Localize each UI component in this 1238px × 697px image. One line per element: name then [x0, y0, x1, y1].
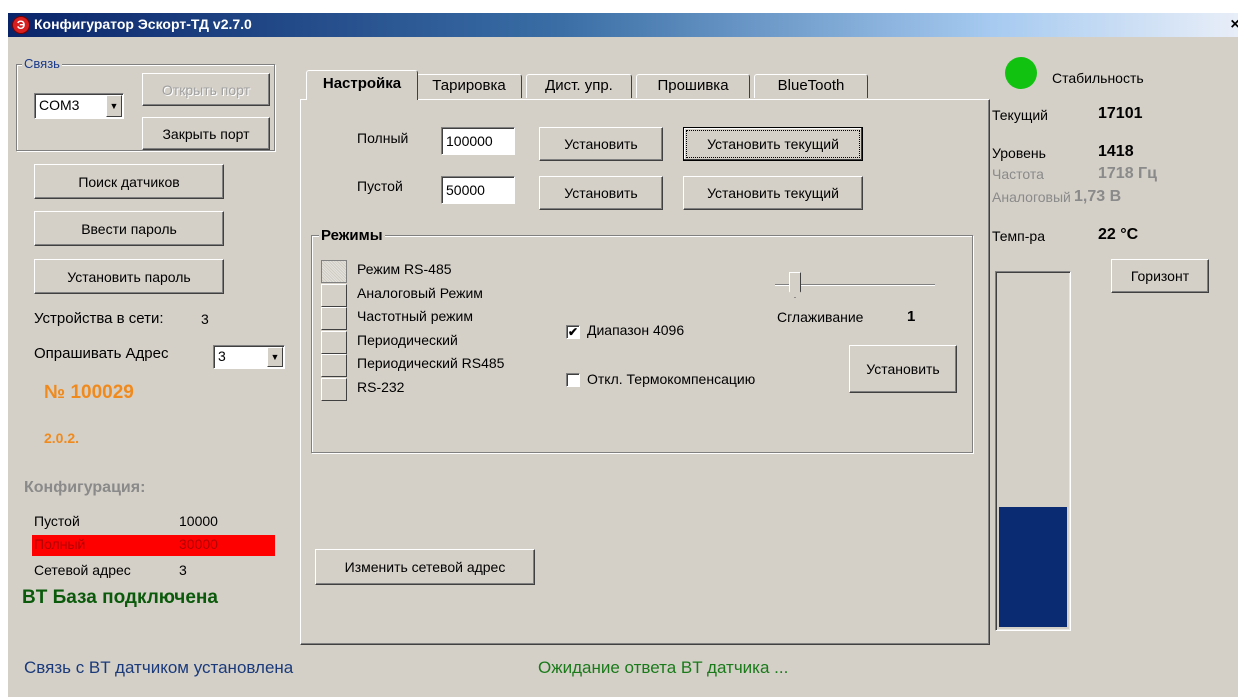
- empty-value-input[interactable]: 50000: [441, 176, 515, 204]
- settings-panel: Полный 100000 Установить Установить теку…: [300, 99, 990, 645]
- change-network-address-button[interactable]: Изменить сетевой адрес: [315, 549, 535, 585]
- frequency-label: Частота: [992, 166, 1044, 182]
- horizon-button[interactable]: Горизонт: [1111, 259, 1209, 293]
- stability-label: Стабильность: [1052, 70, 1144, 86]
- tab-calibration[interactable]: Тарировка: [416, 74, 522, 98]
- full-value-input[interactable]: 100000: [441, 127, 515, 155]
- temperature-label: Темп-ра: [992, 228, 1045, 244]
- window-title: Конфигуратор Эскорт-ТД v2.7.0: [34, 16, 252, 32]
- mode-button[interactable]: [321, 378, 347, 401]
- temperature-value: 22 °C: [1098, 226, 1139, 243]
- frequency-value: 1718 Гц: [1098, 165, 1157, 182]
- mode-button[interactable]: [321, 331, 347, 354]
- poll-address-label: Опрашивать Адрес: [34, 345, 169, 362]
- set-mode-button[interactable]: Установить: [849, 345, 957, 393]
- smoothing-value: 1: [907, 308, 916, 325]
- stability-indicator: [1005, 57, 1037, 89]
- chevron-down-icon[interactable]: ▼: [106, 95, 122, 117]
- firmware-version: 2.0.2.: [44, 430, 80, 446]
- serial-number: № 100029: [44, 382, 134, 403]
- thermo-comp-label: Откл. Термокомпенсацию: [587, 371, 756, 387]
- config-net-address-label: Сетевой адрес: [34, 562, 131, 578]
- current-label: Текущий: [992, 107, 1048, 123]
- poll-address-select[interactable]: 3 ▼: [213, 345, 285, 369]
- title-bar: Э Конфигуратор Эскорт-ТД v2.7.0: [8, 13, 1238, 37]
- tab-bluetooth[interactable]: BlueTooth: [754, 74, 868, 98]
- connection-group-label: Связь: [22, 56, 62, 71]
- config-title: Конфигурация:: [24, 479, 146, 496]
- level-label: Уровень: [992, 145, 1046, 161]
- poll-address-value: 3: [218, 348, 226, 364]
- analog-value: 1,73 В: [1074, 188, 1122, 205]
- close-port-button[interactable]: Закрыть порт: [142, 117, 270, 150]
- mode-label: RS-232: [357, 379, 405, 395]
- mode-button[interactable]: [321, 260, 347, 283]
- tab-remote-control[interactable]: Дист. упр.: [526, 74, 632, 98]
- close-icon[interactable]: ×: [1226, 16, 1238, 34]
- set-full-button[interactable]: Установить: [539, 127, 663, 161]
- status-connection: Связь с BT датчиком установлена: [24, 658, 294, 677]
- status-waiting: Ожидание ответа BT датчика ...: [538, 658, 789, 677]
- analog-label: Аналоговый: [992, 189, 1071, 205]
- open-port-button[interactable]: Открыть порт: [142, 73, 270, 106]
- devices-count: 3: [201, 311, 209, 327]
- config-net-address-value: 3: [179, 562, 187, 578]
- level-value: 1418: [1098, 143, 1134, 160]
- empty-label: Пустой: [357, 178, 403, 194]
- devices-label: Устройства в сети:: [34, 310, 164, 327]
- level-bar: [995, 271, 1071, 631]
- config-full-label: Полный: [34, 536, 86, 552]
- mode-label: Периодический RS485: [357, 355, 505, 371]
- config-empty-label: Пустой: [34, 513, 80, 529]
- mode-label: Частотный режим: [357, 308, 473, 324]
- current-value: 17101: [1098, 105, 1143, 122]
- mode-label: Режим RS-485: [357, 261, 452, 277]
- range-4096-label: Диапазон 4096: [587, 322, 685, 338]
- modes-group-label: Режимы: [319, 227, 385, 244]
- main-window: Э Конфигуратор Эскорт-ТД v2.7.0 × Связь …: [8, 13, 1238, 697]
- full-label: Полный: [357, 130, 409, 146]
- enter-password-button[interactable]: Ввести пароль: [34, 211, 224, 246]
- port-select-value: COM3: [39, 97, 80, 113]
- mode-button[interactable]: [321, 284, 347, 307]
- mode-label: Аналоговый Режим: [357, 285, 483, 301]
- mode-button[interactable]: [321, 354, 347, 377]
- smoothing-label: Сглаживание: [777, 309, 864, 325]
- config-full-value: 30000: [179, 536, 218, 552]
- tab-settings[interactable]: Настройка: [306, 70, 418, 100]
- port-select[interactable]: COM3 ▼: [34, 93, 124, 119]
- config-empty-value: 10000: [179, 513, 218, 529]
- range-4096-checkbox[interactable]: ✔: [566, 325, 580, 339]
- thermo-comp-checkbox[interactable]: [566, 373, 580, 387]
- chevron-down-icon[interactable]: ▼: [267, 347, 283, 367]
- set-password-button[interactable]: Установить пароль: [34, 259, 224, 294]
- set-empty-current-button[interactable]: Установить текущий: [683, 176, 863, 210]
- app-icon: Э: [12, 16, 30, 34]
- set-full-current-button[interactable]: Установить текущий: [683, 127, 863, 161]
- set-empty-button[interactable]: Установить: [539, 176, 663, 210]
- mode-label: Периодический: [357, 332, 458, 348]
- bt-base-status: BT База подключена: [22, 587, 218, 608]
- search-sensors-button[interactable]: Поиск датчиков: [34, 164, 224, 199]
- level-bar-fill: [999, 507, 1067, 627]
- tab-firmware[interactable]: Прошивка: [636, 74, 750, 98]
- mode-button[interactable]: [321, 307, 347, 330]
